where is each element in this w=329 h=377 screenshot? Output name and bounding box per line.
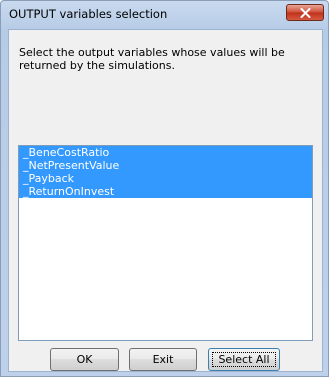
select-all-label: Select All	[218, 353, 270, 366]
list-item[interactable]: _BeneCostRatio	[19, 146, 312, 159]
list-item[interactable]: _ReturnOnInvest	[19, 185, 312, 198]
instruction-text: Select the output variables whose values…	[19, 46, 285, 72]
dialog-window: OUTPUT variables selection Select the ou…	[0, 0, 329, 377]
title-bar[interactable]: OUTPUT variables selection	[1, 1, 328, 29]
list-item[interactable]: _NetPresentValue	[19, 159, 312, 172]
ok-button[interactable]: OK	[50, 348, 119, 371]
variables-listbox[interactable]: _BeneCostRatio _NetPresentValue _Payback…	[18, 145, 313, 341]
list-item[interactable]: _Payback	[19, 172, 312, 185]
select-all-button[interactable]: Select All	[208, 348, 280, 371]
exit-button[interactable]: Exit	[129, 348, 197, 371]
close-icon	[300, 8, 311, 18]
window-title: OUTPUT variables selection	[9, 7, 168, 21]
dialog-body: Select the output variables whose values…	[8, 29, 323, 372]
close-button[interactable]	[286, 4, 324, 21]
